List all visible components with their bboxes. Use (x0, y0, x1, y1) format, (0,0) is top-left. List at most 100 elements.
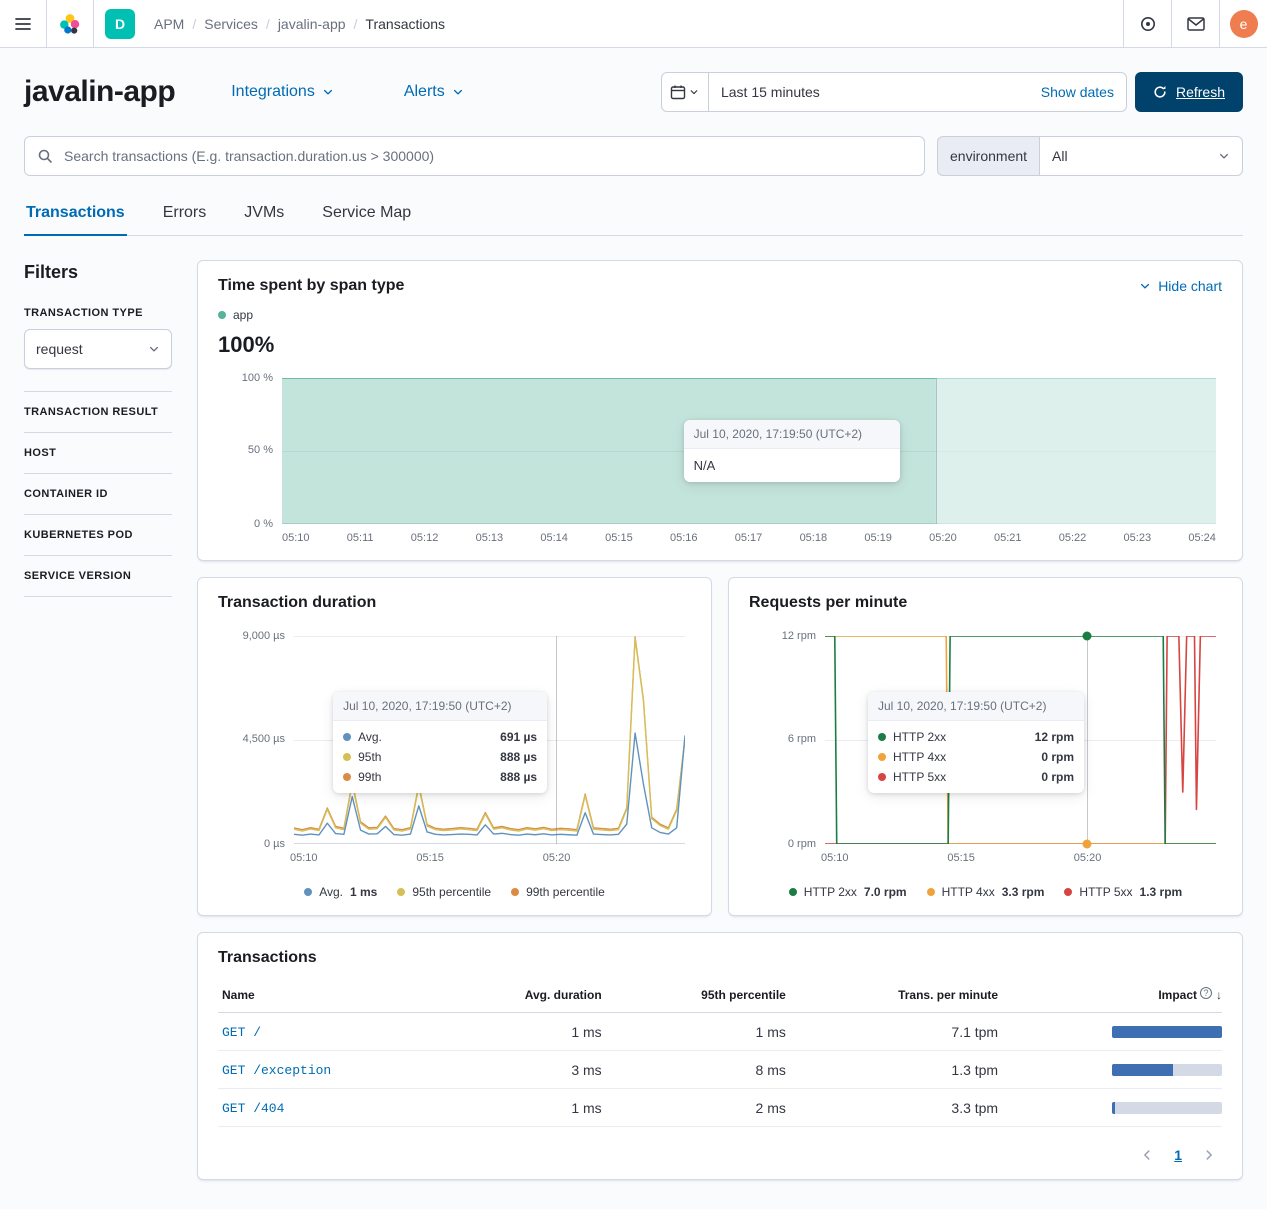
rpm-legend: HTTP 2xx 7.0 rpm HTTP 4xx 3.3 rpm HTTP 5… (749, 885, 1222, 899)
duration-title: Transaction duration (218, 594, 691, 612)
top-navigation-bar: D APM Services javalin-app Transactions … (0, 0, 1267, 48)
impact-bar (1112, 1102, 1222, 1114)
legend-dot (343, 733, 351, 741)
transactions-table-panel: Transactions Name Avg. duration 95th per… (197, 932, 1243, 1180)
deployment-badge[interactable]: D (105, 9, 135, 39)
95th-percentile-value: 2 ms (610, 1089, 794, 1127)
tab-service-map[interactable]: Service Map (320, 194, 413, 236)
duration-legend: Avg. 1 ms 95th percentile 99th percentil… (218, 885, 691, 899)
span-percentage-value: 100% (218, 332, 1222, 358)
user-menu-button[interactable]: e (1219, 0, 1267, 48)
time-range-display[interactable]: Last 15 minutes Show dates (709, 72, 1127, 112)
environment-select[interactable]: All (1039, 136, 1243, 176)
legend-dot (1064, 888, 1072, 896)
breadcrumb-separator (346, 16, 366, 32)
legend-dot (218, 311, 226, 319)
avg-duration-value: 1 ms (440, 1089, 610, 1127)
breadcrumb-services[interactable]: Services (204, 16, 258, 32)
page-number[interactable]: 1 (1174, 1147, 1182, 1163)
legend-dot (878, 773, 886, 781)
alerts-menu[interactable]: Alerts (404, 83, 464, 101)
breadcrumb-service-name[interactable]: javalin-app (278, 16, 346, 32)
column-header-tpm[interactable]: Trans. per minute (794, 977, 1006, 1013)
next-page-button[interactable] (1202, 1148, 1216, 1162)
chevron-down-icon (148, 343, 160, 355)
x-axis-label: 05:15 (416, 852, 444, 864)
charts-row: Transaction duration 9,000 µs 4,500 µs 0… (197, 577, 1243, 916)
span-legend-app[interactable]: app (218, 308, 1222, 322)
previous-page-button[interactable] (1140, 1148, 1154, 1162)
tab-errors[interactable]: Errors (161, 194, 209, 236)
legend-item-http5xx[interactable]: HTTP 5xx 1.3 rpm (1064, 885, 1182, 899)
tooltip-value: N/A (684, 449, 900, 482)
x-axis-label: 05:24 (1188, 532, 1216, 544)
transaction-type-select[interactable]: request (24, 329, 172, 369)
tooltip-row: HTTP 4xx 0 rpm (878, 747, 1074, 767)
legend-label: app (233, 308, 253, 322)
transaction-link[interactable]: GET / (222, 1025, 261, 1040)
filter-section[interactable]: TRANSACTION RESULT (24, 391, 172, 432)
show-dates-link[interactable]: Show dates (1041, 84, 1114, 100)
tab-transactions[interactable]: Transactions (24, 194, 127, 236)
legend-item-avg[interactable]: Avg. 1 ms (304, 885, 377, 899)
table-row: GET /exception 3 ms 8 ms 1.3 tpm (218, 1051, 1222, 1089)
transaction-type-value: request (36, 341, 83, 357)
column-header-impact[interactable]: Impact?↓ (1006, 977, 1222, 1013)
integrations-menu[interactable]: Integrations (231, 83, 334, 101)
time-spent-chart[interactable]: 100 % 50 % 0 % Jul 10, 2020, 17:19:50 (U… (282, 378, 1216, 524)
y-axis-label: 4,500 µs (243, 733, 285, 745)
hide-chart-link[interactable]: Hide chart (1139, 278, 1222, 294)
y-axis-label: 12 rpm (782, 630, 816, 642)
deployment-menu-button[interactable] (1123, 0, 1171, 48)
tooltip-row: 99th 888 µs (343, 767, 537, 787)
column-header-avg-duration[interactable]: Avg. duration (440, 977, 610, 1013)
impact-bar (1112, 1026, 1222, 1038)
transaction-link[interactable]: GET /404 (222, 1101, 284, 1116)
duration-chart[interactable]: 9,000 µs 4,500 µs 0 µs Jul 10, 2020, 17:… (294, 636, 685, 844)
avg-duration-value: 3 ms (440, 1051, 610, 1089)
x-axis: 05:10 05:15 05:20 (294, 852, 683, 867)
x-axis-label: 05:20 (543, 852, 571, 864)
x-axis-label: 05:23 (1124, 532, 1152, 544)
elastic-logo[interactable] (47, 0, 94, 48)
quick-select-button[interactable] (661, 72, 709, 112)
column-header-name[interactable]: Name (218, 977, 440, 1013)
column-header-95th[interactable]: 95th percentile (610, 977, 794, 1013)
chart-tooltip: Jul 10, 2020, 17:19:50 (UTC+2) Avg. 691 … (333, 692, 547, 793)
integrations-label: Integrations (231, 83, 315, 101)
rpm-title: Requests per minute (749, 594, 1222, 612)
service-header: javalin-app Integrations Alerts Last 15 … (24, 72, 1243, 112)
y-axis-label: 0 % (254, 518, 273, 530)
chevron-down-icon (452, 86, 464, 98)
breadcrumb-apm[interactable]: APM (154, 16, 184, 32)
x-axis-label: 05:19 (864, 532, 892, 544)
legend-item-99th[interactable]: 99th percentile (511, 885, 605, 899)
x-axis-label: 05:10 (282, 532, 310, 544)
search-input[interactable] (62, 147, 912, 165)
menu-button[interactable] (0, 0, 47, 48)
x-axis: 05:1005:1105:1205:1305:1405:1505:1605:17… (282, 532, 1216, 544)
x-axis-label: 05:17 (735, 532, 763, 544)
transactions-table: Name Avg. duration 95th percentile Trans… (218, 977, 1222, 1127)
legend-item-http4xx[interactable]: HTTP 4xx 3.3 rpm (927, 885, 1045, 899)
page-body: javalin-app Integrations Alerts Last 15 … (0, 72, 1267, 1204)
filter-section[interactable]: SERVICE VERSION (24, 555, 172, 596)
hover-point-4xx (1082, 840, 1091, 849)
95th-percentile-value: 8 ms (610, 1051, 794, 1089)
refresh-button[interactable]: Refresh (1135, 72, 1243, 112)
legend-item-http2xx[interactable]: HTTP 2xx 7.0 rpm (789, 885, 907, 899)
rpm-chart[interactable]: 12 rpm 6 rpm 0 rpm Jul 10, 2020, 17:19:5… (825, 636, 1216, 844)
x-axis-label: 05:10 (821, 852, 849, 864)
legend-item-95th[interactable]: 95th percentile (397, 885, 491, 899)
hamburger-icon (15, 17, 31, 31)
filter-section[interactable]: KUBERNETES POD (24, 514, 172, 555)
tpm-value: 7.1 tpm (794, 1013, 1006, 1051)
filter-section[interactable]: CONTAINER ID (24, 473, 172, 514)
newsfeed-button[interactable] (1171, 0, 1219, 48)
tab-jvms[interactable]: JVMs (242, 194, 286, 236)
calendar-icon (670, 84, 686, 100)
x-axis: 05:10 05:15 05:20 (825, 852, 1214, 867)
legend-dot (789, 888, 797, 896)
filter-section[interactable]: HOST (24, 432, 172, 473)
transaction-link[interactable]: GET /exception (222, 1063, 331, 1078)
